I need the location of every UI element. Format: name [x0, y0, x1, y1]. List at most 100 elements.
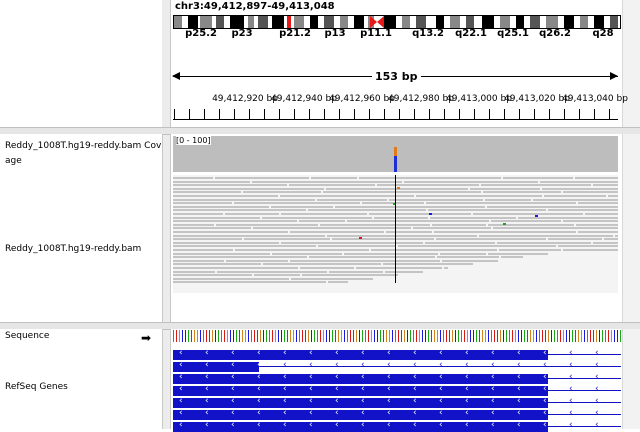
locus-text[interactable]: chr3:49,412,897-49,413,048 — [175, 1, 335, 12]
gene-feature[interactable]: ‹ ‹ ‹ ‹ ‹ ‹ ‹ ‹ ‹ ‹ ‹ ‹ ‹ ‹ ‹ ‹ ‹ — [173, 396, 621, 408]
aligned-read[interactable] — [173, 256, 307, 259]
panel-divider[interactable] — [162, 0, 170, 429]
aligned-read[interactable] — [173, 270, 215, 273]
aligned-read[interactable] — [173, 252, 270, 255]
aligned-read[interactable] — [252, 180, 402, 183]
aligned-read[interactable] — [434, 231, 576, 233]
aligned-read[interactable] — [173, 198, 315, 201]
aligned-read[interactable] — [578, 202, 618, 205]
aligned-read[interactable] — [215, 177, 309, 179]
aligned-read[interactable] — [327, 234, 477, 237]
aligned-read[interactable] — [481, 184, 591, 187]
aligned-read[interactable] — [299, 220, 345, 223]
chromosome-ideogram[interactable] — [173, 15, 621, 29]
aligned-read[interactable] — [385, 270, 423, 273]
aligned-read[interactable] — [593, 241, 618, 244]
data-scrollbar[interactable] — [622, 134, 640, 322]
aligned-read[interactable] — [563, 191, 618, 194]
aligned-read[interactable] — [491, 220, 561, 223]
aligned-read[interactable] — [281, 213, 367, 215]
aligned-read[interactable] — [317, 198, 387, 201]
aligned-read[interactable] — [323, 191, 481, 194]
feature-scrollbar[interactable] — [622, 329, 640, 429]
aligned-read[interactable] — [488, 252, 548, 255]
aligned-read[interactable] — [173, 238, 242, 241]
aligned-read[interactable] — [389, 198, 483, 201]
aligned-read[interactable] — [173, 231, 288, 233]
aligned-read[interactable] — [173, 180, 250, 183]
aligned-read[interactable] — [302, 274, 398, 277]
aligned-read[interactable] — [533, 198, 618, 201]
gene-feature[interactable]: ‹ ‹ ‹ ‹ ‹ ‹ ‹ ‹ ‹ ‹ ‹ ‹ ‹ ‹ ‹ ‹ ‹ — [173, 408, 621, 420]
aligned-read[interactable] — [173, 281, 326, 284]
aligned-read[interactable] — [425, 241, 495, 244]
aligned-read[interactable] — [173, 205, 269, 208]
gene-feature[interactable]: ‹ ‹ ‹ ‹ ‹ ‹ ‹ ‹ ‹ ‹ ‹ ‹ ‹ ‹ ‹ ‹ ‹ — [173, 420, 621, 432]
aligned-read[interactable] — [432, 223, 486, 226]
aligned-read[interactable] — [173, 245, 316, 248]
sequence-track-name[interactable]: Sequence — [5, 331, 49, 341]
aligned-read[interactable] — [413, 227, 491, 230]
aligned-read[interactable] — [280, 195, 414, 197]
aligned-read[interactable] — [173, 227, 251, 230]
aligned-read[interactable] — [548, 238, 602, 241]
gene-feature[interactable]: ‹ ‹ ‹ ‹ ‹ ‹ ‹ ‹ ‹ ‹ ‹ ‹ ‹ ‹ ‹ ‹ ‹ — [173, 348, 621, 360]
aligned-read[interactable] — [253, 227, 411, 230]
aligned-read[interactable] — [226, 259, 288, 262]
aligned-read[interactable] — [604, 238, 618, 241]
aligned-read[interactable] — [488, 223, 574, 226]
aligned-read[interactable] — [503, 177, 573, 179]
aligned-read[interactable] — [308, 209, 426, 212]
aligned-read[interactable] — [497, 241, 591, 244]
aligned-read[interactable] — [563, 249, 618, 251]
aligned-read[interactable] — [485, 198, 531, 201]
aligned-read[interactable] — [291, 277, 373, 280]
aligned-read[interactable] — [473, 213, 583, 215]
aligned-read[interactable] — [234, 202, 360, 205]
aligned-read[interactable] — [216, 223, 318, 226]
refseq-track-name[interactable]: RefSeq Genes — [5, 382, 68, 392]
aligned-read[interactable] — [173, 213, 223, 215]
alignment-track-name[interactable]: Reddy_1008T.hg19-reddy.bam — [5, 244, 141, 254]
aligned-read[interactable] — [483, 191, 561, 194]
aligned-read[interactable] — [444, 267, 448, 269]
aligned-read[interactable] — [173, 241, 279, 244]
aligned-read[interactable] — [173, 195, 278, 197]
aligned-read[interactable] — [344, 252, 438, 255]
aligned-read[interactable] — [576, 223, 618, 226]
coverage-track-name[interactable]: Reddy_1008T.hg19-reddy.bam Cov age — [5, 141, 161, 166]
aligned-read[interactable] — [332, 238, 434, 241]
aligned-read[interactable] — [585, 213, 618, 215]
aligned-read[interactable] — [300, 267, 354, 269]
aligned-read[interactable] — [430, 216, 516, 219]
aligned-read[interactable] — [558, 245, 618, 248]
gene-feature[interactable]: ‹ ‹ ‹ ‹ ‹ ‹ ‹ ‹ ‹ ‹ ‹ ‹ ‹ ‹ ‹ ‹ ‹ — [173, 384, 621, 396]
aligned-read[interactable] — [416, 195, 542, 197]
aligned-read[interactable] — [540, 180, 618, 183]
aligned-read[interactable] — [501, 256, 523, 259]
aligned-read[interactable] — [575, 177, 618, 179]
aligned-read[interactable] — [290, 259, 440, 262]
aligned-read[interactable] — [254, 274, 300, 277]
aligned-read[interactable] — [359, 177, 501, 179]
aligned-read[interactable] — [290, 231, 384, 233]
header-scrollbar[interactable] — [622, 0, 640, 127]
aligned-read[interactable] — [173, 220, 297, 223]
aligned-read[interactable] — [542, 187, 618, 190]
aligned-read[interactable] — [544, 195, 606, 197]
aligned-read[interactable] — [173, 177, 213, 179]
aligned-read[interactable] — [593, 184, 618, 187]
aligned-read[interactable] — [377, 184, 479, 187]
aligned-read[interactable] — [578, 231, 618, 233]
aligned-read[interactable] — [173, 191, 241, 194]
aligned-read[interactable] — [217, 270, 327, 273]
aligned-read[interactable] — [487, 205, 618, 208]
aligned-read[interactable] — [235, 249, 369, 251]
aligned-read[interactable] — [437, 256, 499, 259]
aligned-read[interactable] — [263, 263, 381, 266]
aligned-read[interactable] — [173, 267, 298, 269]
aligned-read[interactable] — [608, 195, 618, 197]
aligned-read[interactable] — [271, 205, 333, 208]
aligned-read[interactable] — [173, 209, 306, 212]
aligned-read[interactable] — [398, 245, 556, 248]
